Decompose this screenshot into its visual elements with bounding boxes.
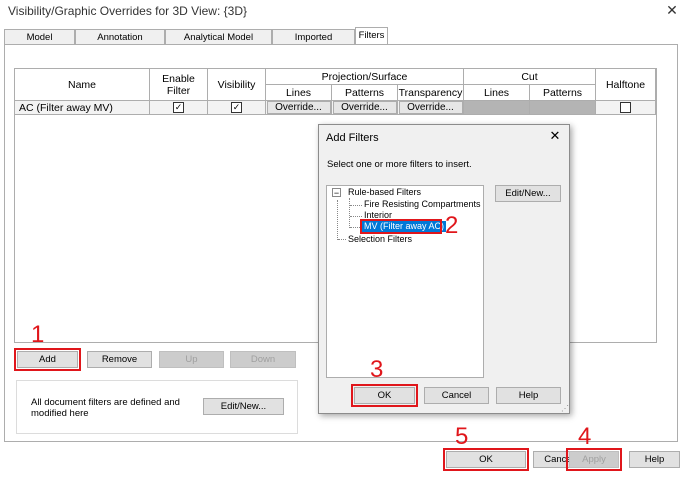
annotation-3: 3 (370, 356, 384, 383)
override-proj-transparency-button[interactable]: Override... (398, 101, 463, 114)
row-proj-lines-cell: Override... (266, 101, 332, 115)
tab-annotation-categories[interactable]: Annotation Categories (75, 29, 165, 58)
header-halftone: Halftone (596, 69, 656, 101)
tab-filters[interactable]: Filters (355, 27, 388, 45)
annotation-2: 2 (445, 212, 459, 239)
close-icon[interactable]: ✕ (664, 2, 680, 18)
remove-button[interactable]: Remove (87, 351, 152, 368)
tab-model-categories[interactable]: Model Categories (4, 29, 75, 58)
annotation-1: 1 (31, 321, 45, 348)
visibility-checkbox[interactable]: ✓ (231, 102, 242, 113)
header-cut-lines: Lines (464, 85, 530, 101)
tab-analytical-model-categories[interactable]: Analytical Model Categories (165, 29, 272, 58)
add-highlight (14, 348, 81, 371)
header-name: Name (15, 69, 150, 101)
row-cut-patterns-cell (530, 101, 596, 115)
halftone-checkbox[interactable] (620, 102, 631, 113)
help-button[interactable]: Help (629, 451, 680, 468)
dialog-cancel-button[interactable]: Cancel (424, 387, 489, 404)
tree-line (350, 205, 362, 207)
header-visibility: Visibility (208, 69, 266, 101)
tree-line (337, 200, 339, 240)
header-proj-transparency: Transparency (398, 85, 464, 101)
dialog-edit-new-button[interactable]: Edit/New... (495, 185, 561, 202)
header-proj-patterns: Patterns (332, 85, 398, 101)
row-name[interactable]: AC (Filter away MV) (15, 101, 150, 115)
dialog-help-button[interactable]: Help (496, 387, 561, 404)
resize-grip-icon[interactable]: ⋰ (561, 405, 569, 413)
tab-imported-categories[interactable]: Imported Categories (272, 29, 355, 58)
enable-filter-checkbox[interactable]: ✓ (173, 102, 184, 113)
mv-highlight (360, 219, 442, 234)
tree-line (349, 198, 351, 228)
annotation-5: 5 (455, 423, 469, 450)
up-button[interactable]: Up (159, 351, 224, 368)
dialog-ok-highlight (351, 384, 418, 407)
down-button[interactable]: Down (230, 351, 296, 368)
add-filters-instruction: Select one or more filters to insert. (327, 159, 472, 170)
row-halftone-cell (596, 101, 656, 115)
apply-highlight (566, 448, 622, 471)
tree-line (350, 216, 362, 218)
tree-item-fire-resisting[interactable]: Fire Resisting Compartments (364, 199, 481, 210)
row-proj-patterns-cell: Override... (332, 101, 398, 115)
window-title: Visibility/Graphic Overrides for 3D View… (8, 4, 247, 18)
edit-new-button[interactable]: Edit/New... (203, 398, 284, 415)
row-proj-transparency-cell: Override... (398, 101, 464, 115)
row-visibility-cell: ✓ (208, 101, 266, 115)
header-projection-surface: Projection/Surface (266, 69, 464, 85)
header-cut: Cut (464, 69, 596, 85)
tree-line (338, 239, 346, 241)
dialog-close-icon[interactable]: ✕ (547, 128, 563, 144)
override-proj-patterns-button[interactable]: Override... (332, 101, 397, 114)
override-proj-lines-button[interactable]: Override... (266, 101, 331, 114)
tree-selection-filters[interactable]: Selection Filters (348, 234, 412, 245)
header-enable-filter: Enable Filter (150, 69, 208, 101)
add-filters-title: Add Filters (326, 132, 379, 144)
ok-highlight (443, 448, 529, 471)
tree-rule-based-filters[interactable]: Rule-based Filters (348, 187, 421, 198)
row-cut-lines-cell (464, 101, 530, 115)
annotation-4: 4 (578, 423, 592, 450)
collapse-icon[interactable]: − (332, 188, 341, 198)
row-enable-filter-cell: ✓ (150, 101, 208, 115)
header-proj-lines: Lines (266, 85, 332, 101)
info-text: All document filters are defined and mod… (31, 397, 180, 419)
header-cut-patterns: Patterns (530, 85, 596, 101)
